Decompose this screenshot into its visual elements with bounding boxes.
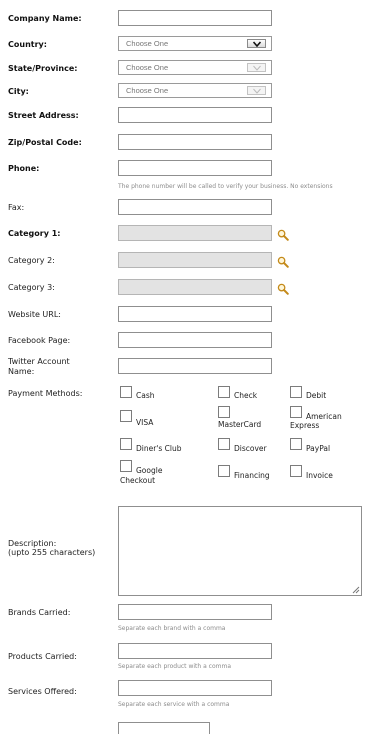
- payment-methods-label: Payment Methods:: [8, 389, 83, 398]
- check-label: Check: [234, 391, 258, 400]
- phone-input[interactable]: [118, 160, 272, 176]
- chevron-down-icon[interactable]: [247, 86, 266, 95]
- category-3-label: Category 3:: [8, 283, 55, 292]
- google-checkout-label-line2: Checkout: [120, 476, 156, 485]
- category-1-input[interactable]: [118, 225, 272, 241]
- zip-label: Zip/Postal Code:: [8, 138, 82, 147]
- phone-label: Phone:: [8, 164, 40, 173]
- diners-club-label: Diner's Club: [136, 444, 182, 453]
- country-label: Country:: [8, 40, 47, 49]
- state-select[interactable]: Choose One: [118, 60, 272, 75]
- facebook-page-input[interactable]: [118, 332, 272, 348]
- company-name-input[interactable]: [118, 10, 272, 26]
- visa-checkbox[interactable]: [120, 410, 132, 422]
- discover-checkbox[interactable]: [218, 438, 230, 450]
- submit-button[interactable]: [118, 722, 210, 734]
- phone-hint: The phone number will be called to verif…: [118, 183, 333, 190]
- financing-label: Financing: [234, 471, 270, 480]
- amex-label-line2: Express: [290, 421, 320, 430]
- mastercard-label: MasterCard: [218, 420, 262, 429]
- products-hint: Separate each product with a comma: [118, 663, 231, 670]
- services-offered-input[interactable]: [118, 680, 272, 696]
- paypal-checkbox[interactable]: [290, 438, 302, 450]
- google-checkout-label-line1: Google: [136, 466, 163, 475]
- street-address-label: Street Address:: [8, 111, 79, 120]
- category-1-label: Category 1:: [8, 229, 61, 238]
- twitter-account-label: Twitter Account Name:: [8, 357, 70, 376]
- brands-carried-input[interactable]: [118, 604, 272, 620]
- chevron-down-icon[interactable]: [247, 63, 266, 72]
- debit-checkbox[interactable]: [290, 386, 302, 398]
- street-address-input[interactable]: [118, 107, 272, 123]
- chevron-down-icon[interactable]: [247, 39, 266, 48]
- category-2-input[interactable]: [118, 252, 272, 268]
- debit-label: Debit: [306, 391, 327, 400]
- fax-label: Fax:: [8, 203, 25, 212]
- invoice-checkbox[interactable]: [290, 465, 302, 477]
- magnifier-icon[interactable]: [277, 229, 289, 241]
- paypal-label: PayPal: [306, 444, 331, 453]
- invoice-label: Invoice: [306, 471, 333, 480]
- financing-checkbox[interactable]: [218, 465, 230, 477]
- services-hint: Separate each service with a comma: [118, 701, 230, 708]
- brands-hint: Separate each brand with a comma: [118, 625, 226, 632]
- amex-label-line1: American: [306, 412, 342, 421]
- cash-checkbox[interactable]: [120, 386, 132, 398]
- description-note: (upto 255 characters): [8, 548, 96, 557]
- brands-carried-label: Brands Carried:: [8, 608, 71, 617]
- facebook-page-label: Facebook Page:: [8, 336, 71, 345]
- services-offered-label: Services Offered:: [8, 687, 77, 696]
- fax-input[interactable]: [118, 199, 272, 215]
- city-select-value: Choose One: [126, 86, 169, 95]
- google-checkout-checkbox[interactable]: [120, 460, 132, 472]
- description-textarea[interactable]: [118, 506, 362, 596]
- magnifier-icon[interactable]: [277, 283, 289, 295]
- website-url-input[interactable]: [118, 306, 272, 322]
- country-select-value: Choose One: [126, 39, 169, 48]
- resize-grip-icon[interactable]: [352, 586, 360, 594]
- cash-label: Cash: [136, 391, 155, 400]
- magnifier-icon[interactable]: [277, 256, 289, 268]
- check-checkbox[interactable]: [218, 386, 230, 398]
- zip-input[interactable]: [118, 134, 272, 150]
- category-3-input[interactable]: [118, 279, 272, 295]
- products-carried-label: Products Carried:: [8, 652, 77, 661]
- amex-checkbox[interactable]: [290, 406, 302, 418]
- website-url-label: Website URL:: [8, 310, 61, 319]
- discover-label: Discover: [234, 444, 267, 453]
- twitter-account-input[interactable]: [118, 358, 272, 374]
- products-carried-input[interactable]: [118, 643, 272, 659]
- country-select[interactable]: Choose One: [118, 36, 272, 51]
- state-label: State/Province:: [8, 64, 78, 73]
- company-name-label: Company Name:: [8, 14, 82, 23]
- visa-label: VISA: [136, 418, 154, 427]
- state-select-value: Choose One: [126, 63, 169, 72]
- city-select[interactable]: Choose One: [118, 83, 272, 98]
- category-2-label: Category 2:: [8, 256, 55, 265]
- diners-club-checkbox[interactable]: [120, 438, 132, 450]
- mastercard-checkbox[interactable]: [218, 406, 230, 418]
- city-label: City:: [8, 87, 29, 96]
